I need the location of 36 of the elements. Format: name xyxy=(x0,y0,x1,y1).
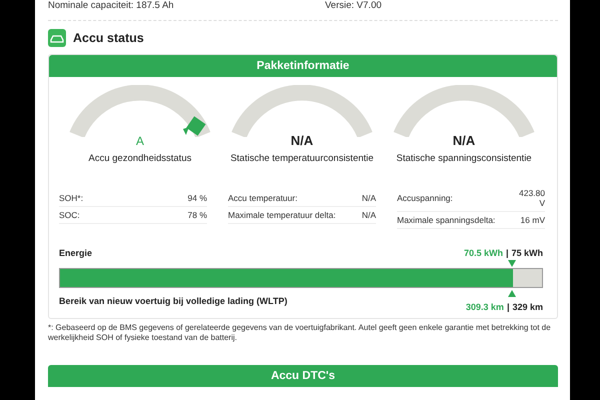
energy-current: 70.5 kWh xyxy=(464,248,503,258)
energy-total: 75 kWh xyxy=(511,248,543,258)
car-icon xyxy=(48,29,66,47)
footnote-text: *: Gebaseerd op de BMS gegevens of gerelateerde gegevens van de voertuigfabrikant. Autel geeft geen enkele garantie met betrekking tot de werkelijkheid SOH of fysieke toestand van de batterij. xyxy=(48,323,552,343)
gauge-label: Statische temperatuurconsistentie xyxy=(230,153,374,164)
range-total: 329 km xyxy=(512,302,543,312)
stat-label: SOC: xyxy=(59,210,80,220)
gauge-label: Accu gezondheidsstatus xyxy=(88,153,192,164)
gauge-value: N/A xyxy=(452,133,476,149)
stat-label: Maximale spanningsdelta: xyxy=(397,215,496,225)
stat-value: 16 mV xyxy=(520,215,545,225)
gauge-marker xyxy=(183,116,206,136)
stat-value: 78 % xyxy=(188,210,207,220)
gauge-label: Statische spanningsconsistentie xyxy=(396,153,532,164)
range-label: Bereik van nieuw voertuig bij volledige lading (WLTP) xyxy=(59,296,288,306)
gauge-value: A xyxy=(136,133,144,149)
panel-header: Pakketinformatie xyxy=(49,55,557,77)
stat-value: 94 % xyxy=(188,193,207,203)
separator-text: | xyxy=(506,248,508,258)
stat-value: 423.80 V xyxy=(518,188,545,208)
stat-label: SOH*: xyxy=(59,193,84,203)
stat-label: Accu temperatuur: xyxy=(228,193,298,203)
stat-value: N/A xyxy=(362,210,376,220)
stat-value: N/A xyxy=(362,193,376,203)
up-arrow-icon xyxy=(508,290,516,297)
panel-header: Accu DTC's xyxy=(48,365,558,387)
energy-label: Energie xyxy=(59,248,92,258)
stat-label: Maximale temperatuur delta: xyxy=(228,210,336,220)
range-current: 309.3 km xyxy=(466,302,504,312)
stat-label: Accuspanning: xyxy=(397,193,453,203)
down-arrow-icon xyxy=(508,260,516,267)
section-title: Accu status xyxy=(73,31,144,45)
version-text: Versie: V7.00 xyxy=(325,0,382,13)
capacity-text: Nominale capaciteit: 187.5 Ah xyxy=(48,0,175,13)
gauge-value: N/A xyxy=(290,133,314,149)
separator-text: | xyxy=(506,302,510,312)
